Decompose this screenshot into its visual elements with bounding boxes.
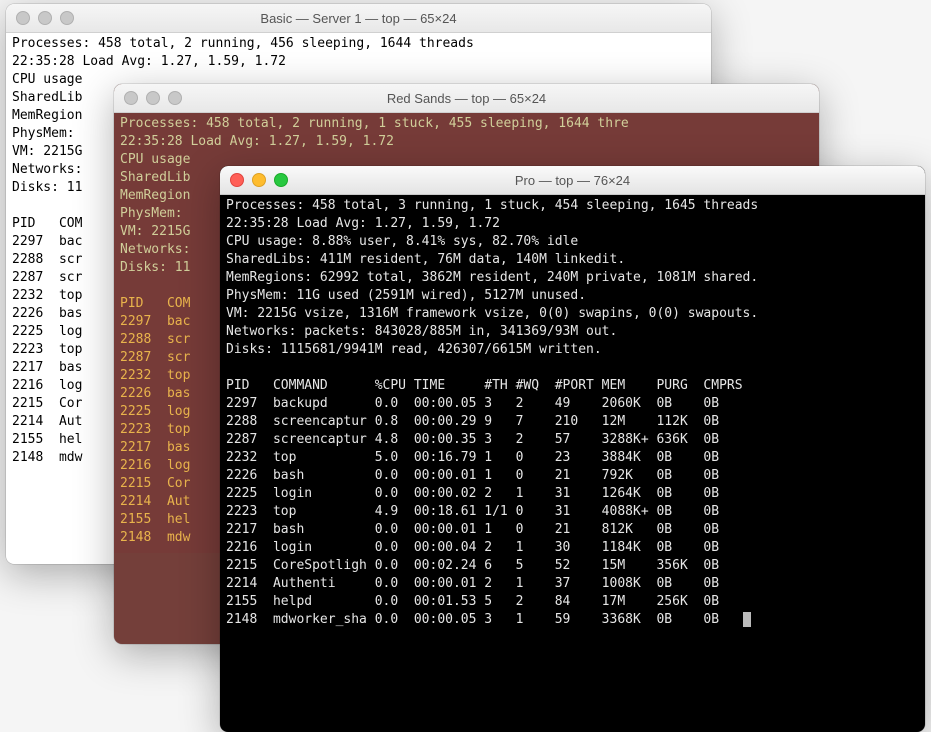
terminal-content[interactable]: Processes: 458 total, 3 running, 1 stuck… [220,195,925,635]
process-row: 2155 hel [120,512,190,527]
summary-line: MemRegion [120,188,190,203]
close-icon[interactable] [124,91,138,105]
summary-line: VM: 2215G [120,224,190,239]
process-row: 2225 log [120,404,190,419]
close-icon[interactable] [230,173,244,187]
process-row: 2214 Aut [120,494,190,509]
summary-line: SharedLib [120,170,190,185]
process-row: 2287 scr [120,350,190,365]
zoom-icon[interactable] [168,91,182,105]
zoom-icon[interactable] [60,11,74,25]
summary-line: Processes: 458 total, 2 running, 1 stuck… [120,116,629,131]
traffic-lights [230,173,288,187]
summary-line: Networks: [120,242,190,257]
process-row: 2297 bac [120,314,190,329]
cursor [743,612,751,627]
summary-line: PhysMem: [120,206,183,221]
titlebar[interactable]: Pro — top — 76×24 [220,166,925,195]
minimize-icon[interactable] [146,91,160,105]
summary-line: Disks: 11 [120,260,190,275]
window-title: Pro — top — 76×24 [220,173,925,188]
process-row: 2148 mdw [120,530,190,545]
titlebar[interactable]: Basic — Server 1 — top — 65×24 [6,4,711,33]
zoom-icon[interactable] [274,173,288,187]
process-row: 2288 scr [120,332,190,347]
process-row: 2226 bas [120,386,190,401]
process-row: 2217 bas [120,440,190,455]
summary-line: CPU usage [120,152,190,167]
process-row: 2215 Cor [120,476,190,491]
traffic-lights [16,11,74,25]
close-icon[interactable] [16,11,30,25]
process-row: 2223 top [120,422,190,437]
process-row: 2216 log [120,458,190,473]
traffic-lights [124,91,182,105]
terminal-window-pro[interactable]: Pro — top — 76×24 Processes: 458 total, … [220,166,925,732]
column-headers: PID COM [120,296,190,311]
window-title: Basic — Server 1 — top — 65×24 [6,11,711,26]
process-row: 2232 top [120,368,190,383]
minimize-icon[interactable] [252,173,266,187]
window-title: Red Sands — top — 65×24 [114,91,819,106]
minimize-icon[interactable] [38,11,52,25]
titlebar[interactable]: Red Sands — top — 65×24 [114,84,819,113]
summary-line: 22:35:28 Load Avg: 1.27, 1.59, 1.72 [120,134,394,149]
